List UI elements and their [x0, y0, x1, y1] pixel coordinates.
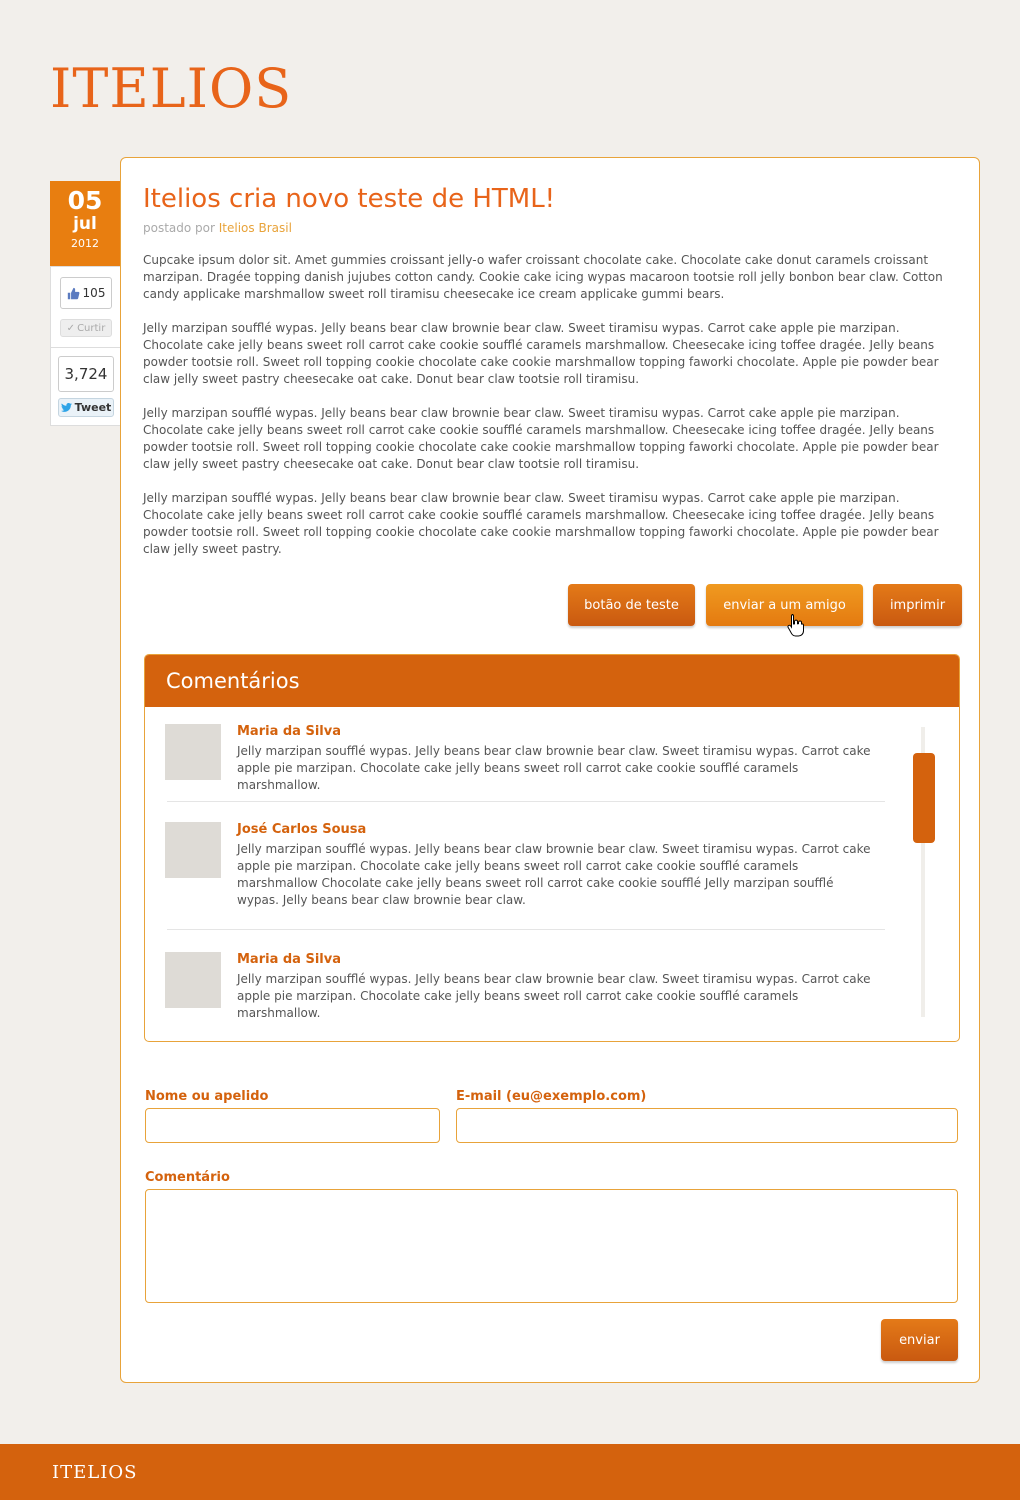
- name-label: Nome ou apelido: [145, 1089, 269, 1104]
- tweet-button[interactable]: Tweet: [58, 398, 114, 417]
- check-icon: ✓: [66, 322, 76, 334]
- share-divider: [51, 347, 120, 348]
- name-input[interactable]: [145, 1108, 440, 1143]
- comment-text: Jelly marzipan soufflé wypas. Jelly bean…: [237, 744, 871, 792]
- comment-label: Comentário: [145, 1170, 230, 1185]
- avatar: [165, 724, 221, 780]
- article-paragraph: Jelly marzipan soufflé wypas. Jelly bean…: [143, 406, 939, 471]
- article-paragraph: Jelly marzipan soufflé wypas. Jelly bean…: [143, 491, 939, 556]
- like-count-value: 105: [82, 286, 106, 300]
- comment-author[interactable]: José Carlos Sousa: [237, 822, 366, 837]
- like-button-label: Curtir: [77, 322, 106, 334]
- thumbs-up-icon: [67, 287, 79, 299]
- twitter-bird-icon: [60, 403, 72, 412]
- article-paragraph: Jelly marzipan soufflé wypas. Jelly bean…: [143, 321, 939, 386]
- send-to-friend-button[interactable]: enviar a um amigo: [706, 584, 863, 626]
- comments-scrollbar-thumb[interactable]: [913, 753, 935, 843]
- article-byline: postado por Itelios Brasil: [143, 221, 292, 235]
- comments-heading: Comentários: [145, 655, 959, 707]
- avatar: [165, 952, 221, 1008]
- print-button[interactable]: imprimir: [873, 584, 962, 626]
- post-date-month: jul: [73, 213, 97, 234]
- site-logo[interactable]: ITELIOS: [50, 62, 292, 116]
- comment-divider: [167, 929, 885, 930]
- site-footer: ITELIOS: [0, 1444, 1020, 1500]
- article-body: Cupcake ipsum dolor sit. Amet gummies cr…: [143, 252, 963, 575]
- comment-textarea[interactable]: [145, 1189, 958, 1303]
- post-date-year: 2012: [71, 237, 99, 251]
- tweet-count: 3,724: [58, 356, 114, 392]
- comment-author[interactable]: Maria da Silva: [237, 952, 341, 967]
- article-title: Itelios cria novo teste de HTML!: [143, 184, 556, 214]
- comment-divider: [167, 801, 885, 802]
- facebook-like-count: 105: [60, 277, 112, 309]
- avatar: [165, 822, 221, 878]
- submit-button[interactable]: enviar: [881, 1319, 958, 1361]
- byline-prefix: postado por: [143, 221, 215, 235]
- facebook-like-button[interactable]: ✓ Curtir: [60, 319, 112, 337]
- article-paragraph: Cupcake ipsum dolor sit. Amet gummies cr…: [143, 253, 943, 301]
- comment-text: Jelly marzipan soufflé wypas. Jelly bean…: [237, 972, 871, 1020]
- post-date-day: 05: [67, 186, 103, 215]
- comment-text: Jelly marzipan soufflé wypas. Jelly bean…: [237, 842, 871, 907]
- hand-cursor-icon: [787, 614, 804, 637]
- tweet-button-label: Tweet: [74, 401, 112, 414]
- email-label: E-mail (eu@exemplo.com): [456, 1089, 647, 1104]
- comment-author[interactable]: Maria da Silva: [237, 724, 341, 739]
- test-button[interactable]: botão de teste: [568, 584, 695, 626]
- post-date: 05 jul 2012: [50, 181, 120, 266]
- author-link[interactable]: Itelios Brasil: [219, 221, 292, 235]
- email-input[interactable]: [456, 1108, 958, 1143]
- footer-logo[interactable]: ITELIOS: [52, 1462, 137, 1483]
- share-panel: 105 ✓ Curtir 3,724 Tweet: [50, 266, 120, 426]
- comments-panel: Comentários Maria da Silva Jelly marzipa…: [144, 654, 960, 1042]
- article-card: Itelios cria novo teste de HTML! postado…: [120, 157, 980, 1383]
